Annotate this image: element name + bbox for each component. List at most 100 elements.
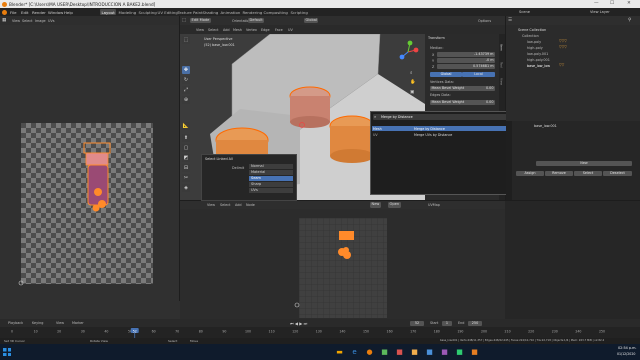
app-taskbar-icon[interactable]: ■: [393, 344, 406, 360]
transform-tool-icon[interactable]: ⊕: [182, 96, 190, 104]
end-frame-field[interactable]: 250: [468, 320, 482, 326]
polybuild-tool-icon[interactable]: ◈: [182, 184, 190, 192]
measure-tool-icon[interactable]: 📐: [182, 122, 190, 130]
tab-rendering[interactable]: Rendering: [241, 9, 264, 15]
menu-help[interactable]: Help: [64, 10, 73, 15]
rotate-tool-icon[interactable]: ↻: [182, 76, 190, 84]
windows-start-icon[interactable]: [3, 348, 11, 356]
delimit-normal[interactable]: Normal: [249, 164, 293, 170]
tab-animation[interactable]: Animation: [219, 9, 242, 15]
playback-controls-icon[interactable]: ⏮ ◀ ▶ ⏭: [290, 321, 307, 326]
remove-button[interactable]: Remove: [545, 171, 573, 176]
menu-window[interactable]: Window: [48, 10, 63, 15]
assign-button[interactable]: Assign: [516, 171, 544, 176]
scale-tool-icon[interactable]: ⤢: [182, 86, 190, 94]
timeline-menu-playback[interactable]: Playback: [8, 321, 23, 325]
orientation-selector[interactable]: Default: [248, 17, 265, 24]
uvmap-selector[interactable]: UVMap: [428, 203, 440, 207]
app-taskbar-icon[interactable]: ■: [468, 344, 481, 360]
move-tool-icon[interactable]: ✥: [182, 66, 190, 74]
scene-collection[interactable]: Scene Collection: [518, 28, 546, 32]
editor-type-icon[interactable]: ⬚: [182, 18, 186, 23]
tab-compositing[interactable]: Compositing: [262, 9, 289, 15]
edge-bevel-weight-field[interactable]: Mean Bevel Weight 0.00: [430, 100, 495, 105]
viewport-menu-uv[interactable]: UV: [288, 28, 293, 32]
maximize-button[interactable]: ☐: [610, 1, 614, 6]
menu-file[interactable]: File: [10, 10, 17, 15]
pivot-selector[interactable]: Global: [304, 17, 319, 24]
editor-type-icon[interactable]: ▦: [2, 18, 6, 23]
delimit-uvs[interactable]: UVs: [249, 188, 293, 194]
image-menu-view[interactable]: View: [207, 203, 215, 207]
navigation-gizmo[interactable]: [396, 40, 420, 64]
image-editor-area[interactable]: [180, 209, 505, 319]
timeline-menu-keying[interactable]: Keying: [32, 321, 43, 325]
tab-view[interactable]: View: [500, 78, 504, 85]
file-explorer-icon[interactable]: ▬: [333, 344, 346, 360]
start-frame-field[interactable]: 1: [442, 320, 452, 326]
timeline-menu-marker[interactable]: Marker: [72, 321, 84, 325]
scene-selector[interactable]: Scene: [519, 10, 530, 14]
delimit-material[interactable]: Material: [249, 170, 293, 176]
viewport-menu-face[interactable]: Face: [275, 28, 283, 32]
mean-bevel-weight-field[interactable]: Mean Bevel Weight 0.00: [430, 86, 495, 91]
median-x-field[interactable]: -1.43739 m: [437, 52, 495, 57]
new-image-button[interactable]: New: [370, 202, 381, 208]
minimize-button[interactable]: —: [594, 1, 599, 6]
image-menu-select[interactable]: Select: [220, 203, 230, 207]
view-layer-selector[interactable]: View Layer: [590, 10, 610, 14]
median-y-field[interactable]: -0 m: [437, 58, 495, 63]
tab-scripting[interactable]: Scripting: [289, 9, 309, 15]
zoom-icon[interactable]: ⌕: [410, 70, 413, 76]
extrude-tool-icon[interactable]: ⬆: [182, 134, 190, 142]
open-image-button[interactable]: Open: [388, 202, 401, 208]
menu-edit[interactable]: Edit: [21, 10, 29, 15]
select-box-icon[interactable]: ⬚: [182, 36, 190, 44]
new-slot-button[interactable]: New: [536, 161, 632, 166]
app-taskbar-icon[interactable]: ■: [423, 344, 436, 360]
outliner-item[interactable]: low-poly: [527, 40, 541, 44]
outliner-collection[interactable]: Collection: [522, 34, 539, 38]
camera-icon[interactable]: ▣: [410, 90, 414, 95]
delimit-sharp[interactable]: Sharp: [249, 182, 293, 188]
knife-tool-icon[interactable]: ✂: [182, 174, 190, 182]
deselect-button[interactable]: Deselect: [603, 171, 632, 176]
tab-texture-paint[interactable]: Texture Paint: [176, 9, 204, 15]
tab-item[interactable]: Item: [500, 44, 504, 51]
uv-editor-area[interactable]: [0, 25, 179, 330]
app-taskbar-icon[interactable]: ■: [378, 344, 391, 360]
viewport-menu-add[interactable]: Add: [223, 28, 230, 32]
menu-render[interactable]: Render: [32, 10, 46, 15]
options-dropdown[interactable]: Options: [478, 19, 491, 23]
app-taskbar-icon[interactable]: ■: [438, 344, 451, 360]
edge-browser-icon[interactable]: e: [348, 344, 361, 360]
viewport-menu-edge[interactable]: Edge: [261, 28, 270, 32]
outliner-item-active[interactable]: base_low_low: [527, 64, 550, 68]
tab-tool[interactable]: Tool: [500, 62, 504, 68]
inset-tool-icon[interactable]: ▢: [182, 144, 190, 152]
tab-sculpting[interactable]: Sculpting: [137, 9, 158, 15]
viewport-menu-select[interactable]: Select: [208, 28, 218, 32]
viewport-menu-view[interactable]: View: [196, 28, 204, 32]
close-button[interactable]: ✕: [627, 1, 631, 6]
tab-layout[interactable]: Layout: [100, 9, 117, 16]
global-toggle[interactable]: Global: [430, 72, 462, 77]
current-frame-field[interactable]: 52: [410, 320, 424, 326]
viewport-menu-mesh[interactable]: Mesh: [233, 28, 242, 32]
uv-menu-view[interactable]: View: [12, 19, 20, 23]
loopcut-tool-icon[interactable]: ⊟: [182, 164, 190, 172]
timeline-scrubber[interactable]: 0 10 20 30 40 50 52 60 70 80 90 100 110 120 130 140 150 1…: [0, 327, 640, 338]
grid-icon[interactable]: ▦: [410, 100, 414, 105]
blender-taskbar-icon[interactable]: ●: [363, 344, 376, 360]
uv-menu-image[interactable]: Image: [35, 19, 46, 23]
local-toggle[interactable]: Local: [462, 72, 495, 77]
viewport-menu-vertex[interactable]: Vertex: [246, 28, 257, 32]
uv-menu-select[interactable]: Select: [22, 19, 32, 23]
app-taskbar-icon[interactable]: ■: [453, 344, 466, 360]
timeline-menu-view[interactable]: View: [56, 321, 64, 325]
outliner-item[interactable]: low-poly.001: [527, 52, 548, 56]
mode-selector[interactable]: Edit Mode: [190, 17, 211, 24]
outliner-item[interactable]: high-poly: [527, 46, 543, 50]
image-menu-node[interactable]: Node: [246, 203, 255, 207]
tab-modeling[interactable]: Modeling: [117, 9, 138, 15]
